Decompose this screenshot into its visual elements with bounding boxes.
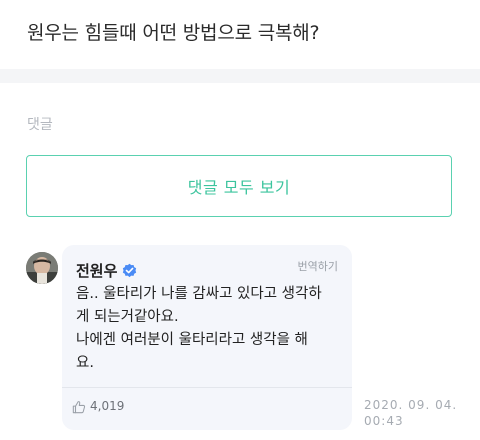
comment-author-row: 전원우 bbox=[76, 260, 137, 281]
thumbs-up-icon bbox=[72, 399, 86, 414]
question-title: 원우는 힘들때 어떤 방법으로 극복해? bbox=[27, 22, 320, 44]
comment-time: 00:43 bbox=[364, 414, 404, 428]
view-all-comments-button[interactable]: 댓글 모두 보기 bbox=[26, 155, 452, 217]
like-count: 4,019 bbox=[90, 399, 125, 413]
comments-section-label: 댓글 bbox=[27, 117, 53, 133]
translate-button[interactable]: 번역하기 bbox=[298, 258, 338, 274]
comment-text: 음.. 울타리가 나를 감싸고 있다고 생각하 게 되는거같아요. 나에겐 여러… bbox=[76, 286, 322, 371]
comment-bubble: 전원우 번역하기 음.. 울타리가 나를 감싸고 있다고 생각하 게 되는거같아… bbox=[62, 245, 352, 430]
verified-check-icon bbox=[122, 263, 137, 278]
comment-divider bbox=[62, 387, 352, 388]
view-all-comments-label: 댓글 모두 보기 bbox=[187, 178, 291, 197]
like-button[interactable]: 4,019 bbox=[72, 399, 125, 414]
comment-date: 2020. 09. 04. bbox=[364, 398, 458, 412]
comment-author-name[interactable]: 전원우 bbox=[76, 260, 117, 281]
page: 원우는 힘들때 어떤 방법으로 극복해? 댓글 댓글 모두 보기 전원우 번역하… bbox=[0, 0, 480, 440]
avatar[interactable] bbox=[26, 252, 58, 284]
avatar-image bbox=[26, 252, 58, 284]
section-divider bbox=[0, 69, 480, 83]
comment-timestamp: 2020. 09. 04. 00:43 bbox=[364, 397, 457, 429]
